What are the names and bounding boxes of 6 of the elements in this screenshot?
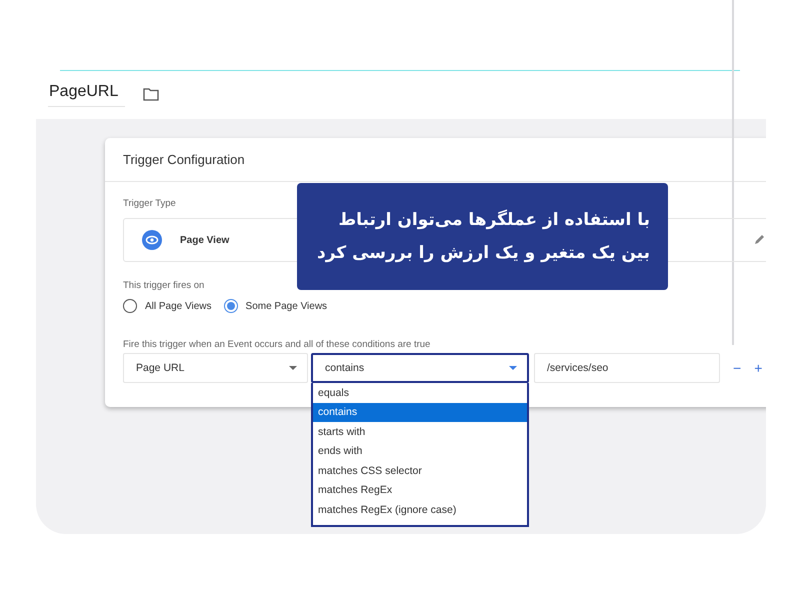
trigger-type-name: Page View [180,234,230,246]
card-title: Trigger Configuration [105,138,766,182]
field-label: Trigger Type [123,198,176,209]
conditions-label: Fire this trigger when an Event occurs and all of these conditions are true [123,339,430,350]
callout-text: با استفاده از عملگرها می‌توان ارتباط بین یک متغیر و یک ارزش را بررسی کرد [316,208,650,264]
field-label: This trigger fires on [123,280,204,291]
